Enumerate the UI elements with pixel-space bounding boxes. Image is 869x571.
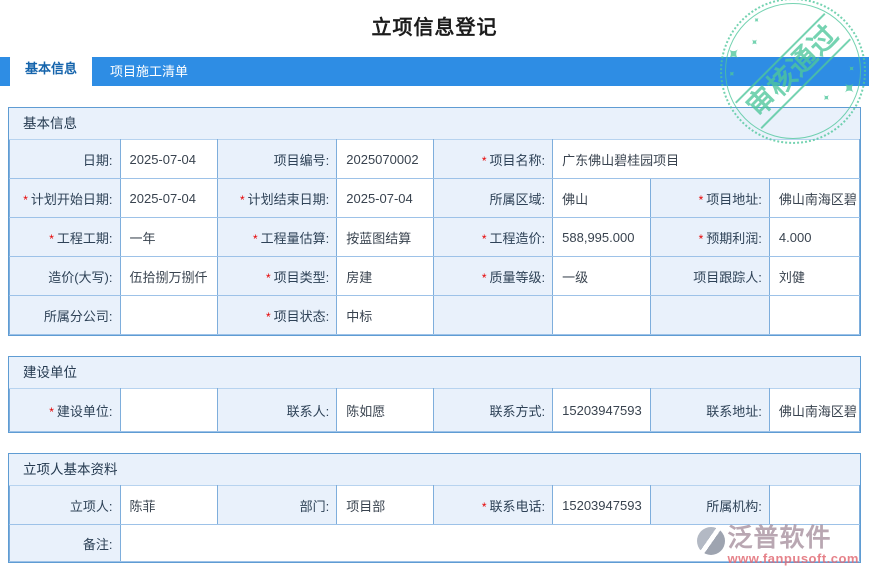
required-mark: * <box>698 231 704 246</box>
table-row: 立项人: 陈菲 部门: 项目部 * 联系电话: 15203947593 所属机构: <box>9 485 861 525</box>
quantity-estimate-label: * 工程量估算: <box>217 217 338 257</box>
cost-in-words-label: 造价(大写): <box>9 256 121 296</box>
construction-unit-value[interactable] <box>119 388 219 432</box>
section-basic-info: 基本信息 日期: 2025-07-04 项目编号: 2025070002 * 项目… <box>8 107 861 336</box>
project-cost-label: * 工程造价: <box>433 217 554 257</box>
remark-label: 备注: <box>9 524 121 562</box>
branch-company-value[interactable] <box>119 295 219 335</box>
project-tracker-value[interactable]: 刘健 <box>768 256 861 296</box>
contact-address-value[interactable]: 佛山南海区碧 <box>768 388 861 432</box>
project-status-value[interactable]: 中标 <box>336 295 435 335</box>
plan-end-date-label: * 计划结束日期: <box>217 178 338 218</box>
required-mark: * <box>481 270 487 285</box>
project-address-label: * 项目地址: <box>649 178 770 218</box>
expected-profit-value[interactable]: 4.000 <box>768 217 861 257</box>
quantity-estimate-value[interactable]: 按蓝图结算 <box>336 217 435 257</box>
required-mark: * <box>481 499 487 514</box>
required-mark: * <box>481 153 487 168</box>
construction-unit-label: * 建设单位: <box>9 388 121 432</box>
project-initiation-page: 立项信息登记 基本信息 项目施工清单 基本信息 日期: 2025-07-04 项… <box>0 0 869 571</box>
section-basic-info-title: 基本信息 <box>23 116 77 131</box>
table-row: 备注: <box>9 524 860 562</box>
organization-label: 所属机构: <box>649 485 770 525</box>
quality-grade-label: * 质量等级: <box>433 256 554 296</box>
table-row: 日期: 2025-07-04 项目编号: 2025070002 * 项目名称: 广… <box>9 139 860 179</box>
quality-grade-value[interactable]: 一级 <box>552 256 651 296</box>
tab-basic-info[interactable]: 基本信息 <box>10 52 93 86</box>
empty-label-cell <box>433 295 554 335</box>
applicant-info-table: 立项人: 陈菲 部门: 项目部 * 联系电话: 15203947593 所属机构:… <box>9 485 861 562</box>
section-construction-unit-title: 建设单位 <box>23 365 77 380</box>
tab-bar: 基本信息 项目施工清单 <box>0 52 869 86</box>
project-duration-value[interactable]: 一年 <box>119 217 219 257</box>
required-mark: * <box>481 231 487 246</box>
expected-profit-label: * 预期利润: <box>649 217 770 257</box>
applicant-value[interactable]: 陈菲 <box>119 485 219 525</box>
table-row: * 建设单位: 联系人: 陈如愿 联系方式: 15203947593 联系地址: … <box>9 388 861 432</box>
table-row: 所属分公司: * 项目状态: 中标 <box>9 295 861 335</box>
project-type-label: * 项目类型: <box>217 256 338 296</box>
tab-construction-list[interactable]: 项目施工清单 <box>92 57 206 86</box>
table-row: * 计划开始日期: 2025-07-04 * 计划结束日期: 2025-07-04 … <box>9 178 861 218</box>
project-type-value[interactable]: 房建 <box>336 256 435 296</box>
contact-phone-label: 联系方式: <box>433 388 554 432</box>
region-label: 所属区域: <box>433 178 554 218</box>
region-value[interactable]: 佛山 <box>552 178 651 218</box>
plan-start-date-value[interactable]: 2025-07-04 <box>119 178 219 218</box>
section-applicant-info-title: 立项人基本资料 <box>23 462 118 477</box>
project-name-label: * 项目名称: <box>433 139 554 179</box>
date-value[interactable]: 2025-07-04 <box>119 139 219 179</box>
required-mark: * <box>252 231 258 246</box>
project-name-value[interactable]: 广东佛山碧桂园项目 <box>552 139 860 179</box>
organization-value[interactable] <box>768 485 861 525</box>
contact-person-value[interactable]: 陈如愿 <box>336 388 435 432</box>
empty-value-cell <box>768 295 861 335</box>
empty-value-cell <box>552 295 651 335</box>
required-mark: * <box>698 192 704 207</box>
cost-in-words-value[interactable]: 伍拾捌万捌仟 <box>119 256 219 296</box>
required-mark: * <box>265 270 271 285</box>
basic-info-table: 日期: 2025-07-04 项目编号: 2025070002 * 项目名称: 广… <box>9 139 861 335</box>
required-mark: * <box>265 309 271 324</box>
plan-start-date-label: * 计划开始日期: <box>9 178 121 218</box>
date-label: 日期: <box>9 139 121 179</box>
section-construction-unit: 建设单位 * 建设单位: 联系人: 陈如愿 联系方式: 15203947593 联… <box>8 356 861 433</box>
branch-company-label: 所属分公司: <box>9 295 121 335</box>
section-applicant-info: 立项人基本资料 立项人: 陈菲 部门: 项目部 * 联系电话: 152039475… <box>8 453 861 563</box>
plan-end-date-value[interactable]: 2025-07-04 <box>336 178 435 218</box>
remark-value[interactable] <box>119 524 860 562</box>
star-icon: ✦ <box>820 91 835 106</box>
project-cost-value[interactable]: 588,995.000 <box>552 217 651 257</box>
applicant-label: 立项人: <box>9 485 121 525</box>
department-label: 部门: <box>217 485 338 525</box>
required-mark: * <box>239 192 245 207</box>
empty-label-cell <box>649 295 770 335</box>
required-mark: * <box>23 192 28 207</box>
project-code-label: 项目编号: <box>217 139 338 179</box>
contact-address-label: 联系地址: <box>649 388 770 432</box>
project-duration-label: * 工程工期: <box>9 217 121 257</box>
table-row: * 工程工期: 一年 * 工程量估算: 按蓝图结算 * 工程造价: 588,995.0… <box>9 217 861 257</box>
project-status-label: * 项目状态: <box>217 295 338 335</box>
contact-phone-value[interactable]: 15203947593 <box>552 388 651 432</box>
table-row: 造价(大写): 伍拾捌万捌仟 * 项目类型: 房建 * 质量等级: 一级 项目跟踪人… <box>9 256 861 296</box>
required-mark: * <box>49 231 54 246</box>
required-mark: * <box>49 404 54 419</box>
phone-label: * 联系电话: <box>433 485 554 525</box>
construction-unit-table: * 建设单位: 联系人: 陈如愿 联系方式: 15203947593 联系地址: … <box>9 388 861 432</box>
page-title: 立项信息登记 <box>371 17 498 39</box>
contact-person-label: 联系人: <box>217 388 338 432</box>
project-address-value[interactable]: 佛山南海区碧 <box>768 178 861 218</box>
phone-value[interactable]: 15203947593 <box>552 485 651 525</box>
project-code-value[interactable]: 2025070002 <box>336 139 435 179</box>
department-value[interactable]: 项目部 <box>336 485 435 525</box>
project-tracker-label: 项目跟踪人: <box>649 256 770 296</box>
